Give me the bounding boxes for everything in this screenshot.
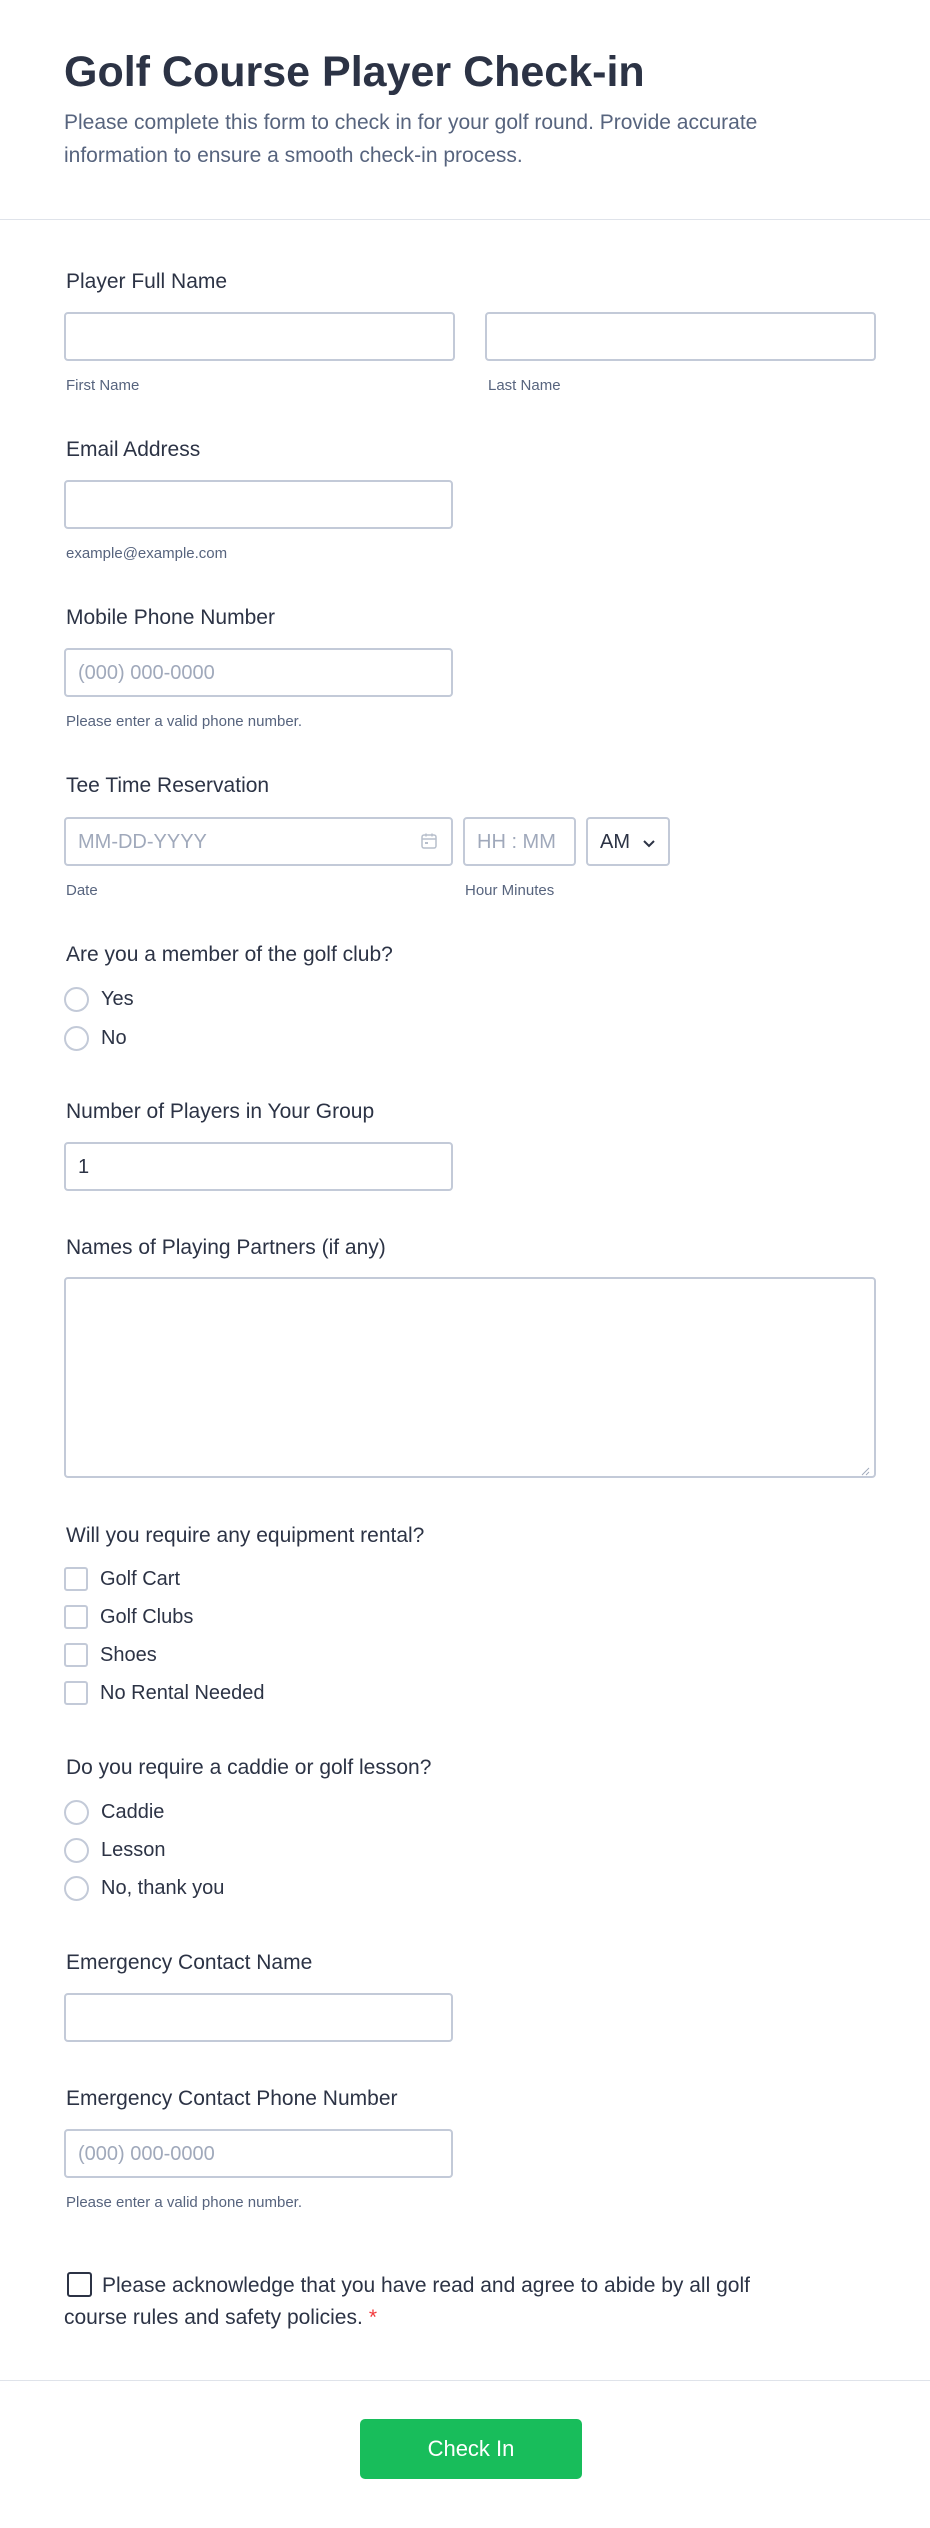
- phone-sublabel: Please enter a valid phone number.: [66, 713, 302, 730]
- caddie-option-label: No, thank you: [101, 1876, 225, 1899]
- checkbox[interactable]: [64, 1681, 88, 1705]
- caddie-option-label: Lesson: [101, 1838, 166, 1861]
- caddie-option-caddie[interactable]: Caddie: [64, 1798, 164, 1826]
- check-in-button-label: Check In: [427, 2436, 515, 2461]
- partners-label: Names of Playing Partners (if any): [66, 1236, 386, 1259]
- first-name-input[interactable]: [64, 312, 455, 361]
- num-players-input[interactable]: 1: [64, 1142, 453, 1191]
- resize-handle-icon[interactable]: [861, 1463, 870, 1476]
- checkbox[interactable]: [64, 1643, 88, 1667]
- radio-button[interactable]: [64, 1837, 89, 1863]
- footer-divider: [0, 2380, 930, 2381]
- radio-button[interactable]: [64, 986, 89, 1012]
- checkbox[interactable]: [64, 1605, 88, 1629]
- phone-input[interactable]: (000) 000-0000: [64, 648, 453, 697]
- rental-option-label: No Rental Needed: [100, 1681, 265, 1704]
- phone-label: Mobile Phone Number: [66, 606, 275, 629]
- date-input[interactable]: MM-DD-YYYY: [64, 817, 453, 866]
- rental-option-golf-clubs[interactable]: Golf Clubs: [64, 1603, 193, 1631]
- tee-time-label: Tee Time Reservation: [66, 774, 270, 797]
- rental-option-label: Golf Cart: [100, 1567, 181, 1590]
- time-input[interactable]: HH : MM: [463, 817, 576, 866]
- caddie-label: Do you require a caddie or golf lesson?: [66, 1756, 432, 1779]
- rental-label: Will you require any equipment rental?: [66, 1524, 425, 1547]
- form-title: Golf Course Player Check-in: [64, 48, 645, 96]
- member-option-label: No: [101, 1026, 127, 1049]
- radio-button[interactable]: [64, 1025, 89, 1051]
- emergency-phone-sublabel: Please enter a valid phone number.: [66, 2194, 302, 2211]
- date-placeholder: MM-DD-YYYY: [78, 831, 207, 853]
- checkbox[interactable]: [64, 1567, 88, 1591]
- emergency-phone-label: Emergency Contact Phone Number: [66, 2087, 398, 2110]
- caddie-option-lesson[interactable]: Lesson: [64, 1836, 166, 1864]
- date-sublabel: Date: [66, 882, 98, 899]
- email-input[interactable]: [64, 480, 453, 529]
- member-label: Are you a member of the golf club?: [66, 943, 393, 966]
- caddie-option-label: Caddie: [101, 1800, 165, 1823]
- time-placeholder: HH : MM: [477, 831, 556, 853]
- rental-option-shoes[interactable]: Shoes: [64, 1641, 157, 1669]
- partners-textarea[interactable]: [64, 1277, 876, 1478]
- emergency-name-label: Emergency Contact Name: [66, 1951, 313, 1974]
- rental-option-golf-cart[interactable]: Golf Cart: [64, 1565, 180, 1593]
- member-option-yes[interactable]: Yes: [64, 985, 134, 1013]
- calendar-icon[interactable]: [420, 832, 438, 850]
- check-in-button[interactable]: Check In: [360, 2419, 582, 2479]
- num-players-label: Number of Players in Your Group: [66, 1100, 375, 1123]
- ampm-value: AM: [600, 831, 630, 853]
- emergency-phone-placeholder: (000) 000-0000: [78, 2143, 215, 2165]
- last-name-input[interactable]: [485, 312, 876, 361]
- last-name-sublabel: Last Name: [488, 377, 561, 394]
- rental-option-none[interactable]: No Rental Needed: [64, 1679, 265, 1707]
- caddie-option-no[interactable]: No, thank you: [64, 1874, 224, 1902]
- form-subtitle: Please complete this form to check in fo…: [64, 111, 758, 167]
- email-sublabel: example@example.com: [66, 545, 228, 562]
- radio-button[interactable]: [64, 1875, 89, 1901]
- ampm-select[interactable]: AM: [586, 817, 670, 866]
- rental-option-label: Shoes: [100, 1643, 157, 1666]
- radio-button[interactable]: [64, 1799, 89, 1825]
- acknowledge-text: Please acknowledge that you have read an…: [64, 2274, 750, 2329]
- acknowledge-field: Please acknowledge that you have read an…: [64, 2270, 784, 2334]
- num-players-value: 1: [78, 1156, 90, 1178]
- emergency-name-input[interactable]: [64, 1993, 453, 2042]
- email-label: Email Address: [66, 438, 201, 461]
- chevron-down-icon: [642, 836, 656, 848]
- acknowledge-checkbox[interactable]: [67, 2272, 92, 2297]
- phone-placeholder: (000) 000-0000: [78, 662, 215, 684]
- member-option-no[interactable]: No: [64, 1024, 127, 1052]
- rental-option-label: Golf Clubs: [100, 1605, 194, 1628]
- member-option-label: Yes: [101, 987, 134, 1010]
- time-sublabel: Hour Minutes: [465, 882, 555, 899]
- form-header: Golf Course Player Check-in Please compl…: [0, 0, 930, 220]
- first-name-sublabel: First Name: [66, 377, 140, 394]
- emergency-phone-input[interactable]: (000) 000-0000: [64, 2129, 453, 2178]
- required-mark: *: [368, 2306, 378, 2329]
- full-name-label: Player Full Name: [66, 270, 228, 293]
